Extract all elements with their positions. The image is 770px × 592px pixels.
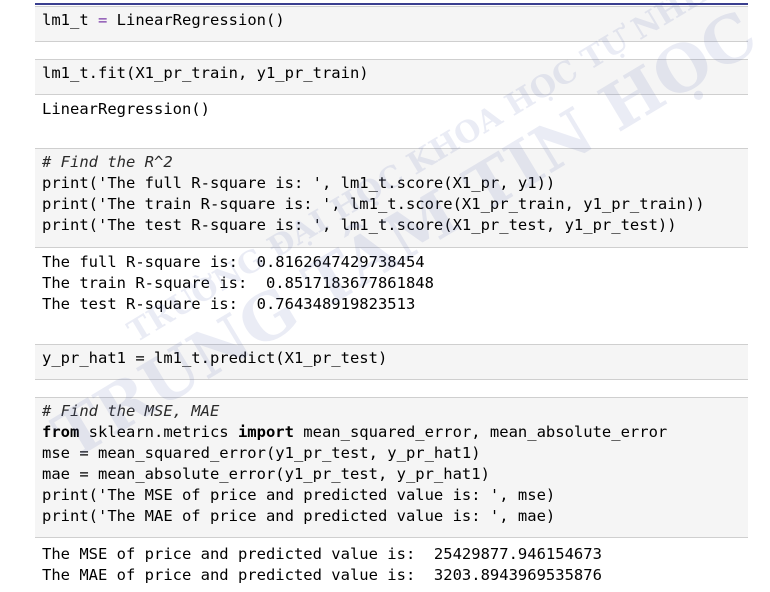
code-cell-1[interactable]: lm1_t = LinearRegression() [35, 6, 748, 42]
code-line: y_pr_hat1 = lm1_t.predict(X1_pr_test) [42, 349, 388, 367]
comment-line: # Find the R^2 [42, 153, 173, 171]
output-cell-2: LinearRegression() [35, 96, 748, 130]
output-line: The MSE of price and predicted value is:… [42, 545, 602, 563]
code-cell-4[interactable]: y_pr_hat1 = lm1_t.predict(X1_pr_test) [35, 344, 748, 380]
output-line: The train R-square is: 0.851718367786184… [42, 274, 434, 292]
code-line: print('The full R-square is: ', lm1_t.sc… [42, 174, 556, 192]
output-line: The test R-square is: 0.764348919823513 [42, 295, 416, 313]
notebook-top-border [35, 3, 748, 5]
output-line: LinearRegression() [42, 100, 210, 118]
code-line: mae = mean_absolute_error(y1_pr_test, y_… [42, 465, 490, 483]
code-line: print('The MAE of price and predicted va… [42, 507, 556, 525]
output-cell-5: The MSE of price and predicted value is:… [35, 541, 748, 591]
code-line: print('The test R-square is: ', lm1_t.sc… [42, 216, 677, 234]
code-line: mse = mean_squared_error(y1_pr_test, y_p… [42, 444, 481, 462]
comment-line: # Find the MSE, MAE [42, 402, 220, 420]
code-cell-3[interactable]: # Find the R^2 print('The full R-square … [35, 148, 748, 248]
code-line: lm1_t.fit(X1_pr_train, y1_pr_train) [42, 64, 369, 82]
output-line: The full R-square is: 0.8162647429738454 [42, 253, 425, 271]
code-cell-2[interactable]: lm1_t.fit(X1_pr_train, y1_pr_train) [35, 59, 748, 95]
output-line: The MAE of price and predicted value is:… [42, 566, 602, 584]
code-line: print('The train R-square is: ', lm1_t.s… [42, 195, 705, 213]
code-line: from sklearn.metrics import mean_squared… [42, 423, 668, 441]
output-cell-3: The full R-square is: 0.8162647429738454… [35, 249, 748, 329]
code-line: print('The MSE of price and predicted va… [42, 486, 556, 504]
code-cell-5[interactable]: # Find the MSE, MAE from sklearn.metrics… [35, 397, 748, 538]
code-line: lm1_t = LinearRegression() [42, 11, 285, 29]
